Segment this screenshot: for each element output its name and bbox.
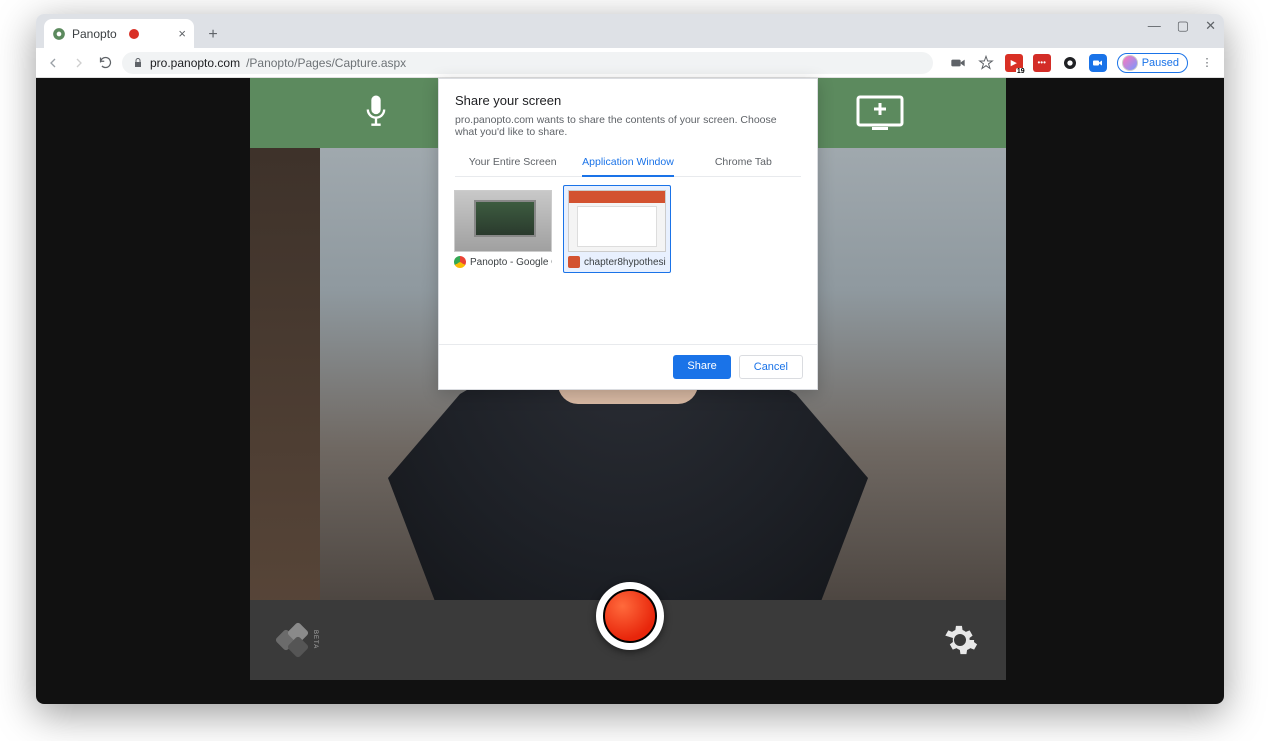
- dialog-window-list: Panopto - Google Chro... chapter8hypothe…: [439, 177, 817, 345]
- panopto-favicon-icon: [52, 27, 66, 41]
- window-thumbnail: [568, 190, 666, 252]
- lastpass-extension-icon[interactable]: •••: [1033, 54, 1051, 72]
- share-button[interactable]: Share: [673, 355, 730, 379]
- window-thumbnail: [454, 190, 552, 252]
- window-option-powerpoint[interactable]: chapter8hypothesistes...: [563, 185, 671, 273]
- tab-application-window[interactable]: Application Window: [570, 148, 685, 176]
- profile-avatar-icon: [1122, 55, 1138, 71]
- browser-tab-panopto[interactable]: Panopto ×: [44, 19, 194, 48]
- address-bar[interactable]: pro.panopto.com/Panopto/Pages/Capture.as…: [122, 52, 933, 74]
- dialog-subtitle: pro.panopto.com wants to share the conte…: [455, 114, 801, 138]
- dialog-tabs: Your Entire Screen Application Window Ch…: [455, 148, 801, 177]
- add-screen-icon: [852, 93, 908, 133]
- window-maximize-button[interactable]: ▢: [1177, 18, 1189, 34]
- star-bookmark-icon[interactable]: [977, 54, 995, 72]
- page-content: BETA Share your screen pro.panopto.com w…: [36, 78, 1224, 704]
- browser-toolbar: pro.panopto.com/Panopto/Pages/Capture.as…: [36, 48, 1224, 78]
- nav-back-button[interactable]: [44, 54, 62, 72]
- tab-entire-screen[interactable]: Your Entire Screen: [455, 148, 570, 176]
- share-screen-dialog: Share your screen pro.panopto.com wants …: [438, 78, 818, 390]
- dialog-footer: Share Cancel: [439, 345, 817, 389]
- window-label: Panopto - Google Chro...: [470, 257, 552, 268]
- chrome-app-icon: [454, 256, 466, 268]
- nav-forward-button[interactable]: [70, 54, 88, 72]
- microphone-icon: [362, 93, 390, 133]
- tab-close-button[interactable]: ×: [178, 26, 186, 41]
- adblock-extension-icon[interactable]: [1061, 54, 1079, 72]
- tab-strip: Panopto × + — ▢ ✕: [36, 14, 1224, 48]
- nav-reload-button[interactable]: [96, 54, 114, 72]
- window-label: chapter8hypothesistes...: [584, 257, 666, 268]
- extension-icons: ▸19 ••• Paused ⋮: [949, 53, 1216, 73]
- browser-window: Panopto × + — ▢ ✕ pro.panopto.com/Panopt…: [36, 14, 1224, 704]
- url-path: /Panopto/Pages/Capture.aspx: [246, 56, 406, 70]
- url-domain: pro.panopto.com: [150, 56, 240, 70]
- zoom-extension-icon[interactable]: [1089, 54, 1107, 72]
- youtube-extension-icon[interactable]: ▸19: [1005, 54, 1023, 72]
- camera-extension-icon[interactable]: [949, 54, 967, 72]
- beta-label: BETA: [312, 630, 318, 649]
- chrome-menu-button[interactable]: ⋮: [1198, 54, 1216, 72]
- lock-icon: [132, 57, 144, 69]
- new-tab-button[interactable]: +: [200, 22, 226, 48]
- record-icon: [603, 589, 657, 643]
- tab-title: Panopto: [72, 27, 117, 41]
- dialog-title: Share your screen: [455, 93, 801, 108]
- settings-button[interactable]: [942, 622, 978, 658]
- window-option-chrome[interactable]: Panopto - Google Chro...: [449, 185, 557, 273]
- profile-paused-button[interactable]: Paused: [1117, 53, 1188, 73]
- cancel-button[interactable]: Cancel: [739, 355, 803, 379]
- powerpoint-app-icon: [568, 256, 580, 268]
- panopto-logo: BETA: [278, 625, 318, 655]
- recording-indicator-icon: [129, 29, 139, 39]
- record-button[interactable]: [596, 582, 664, 650]
- window-close-button[interactable]: ✕: [1205, 18, 1216, 34]
- tab-chrome-tab[interactable]: Chrome Tab: [686, 148, 801, 176]
- profile-status-label: Paused: [1142, 57, 1179, 69]
- window-minimize-button[interactable]: —: [1148, 18, 1161, 34]
